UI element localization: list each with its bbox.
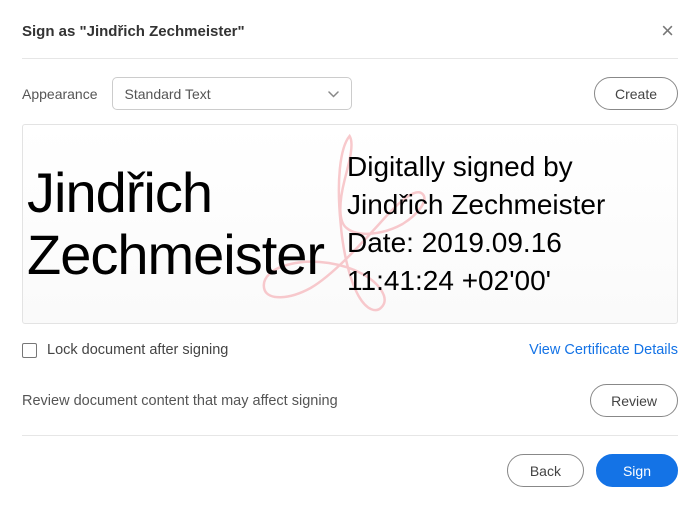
signature-preview: Jindřich Zechmeister Digitally signed by… <box>22 124 678 324</box>
appearance-label: Appearance <box>22 86 98 102</box>
signature-detail-line2: Jindřich Zechmeister <box>347 186 667 224</box>
signature-name: Jindřich Zechmeister <box>23 162 347 285</box>
appearance-row: Appearance Standard Text Create <box>22 59 678 124</box>
sign-button[interactable]: Sign <box>596 454 678 487</box>
sign-dialog: Sign as "Jindřich Zechmeister" × Appeara… <box>0 0 700 507</box>
dialog-header: Sign as "Jindřich Zechmeister" × <box>22 20 678 59</box>
signature-details: Digitally signed by Jindřich Zechmeister… <box>347 148 677 299</box>
review-button[interactable]: Review <box>590 384 678 417</box>
signature-name-line1: Jindřich <box>27 162 347 224</box>
back-button[interactable]: Back <box>507 454 584 487</box>
signature-detail-line3: Date: 2019.09.16 <box>347 224 667 262</box>
appearance-left: Appearance Standard Text <box>22 77 352 110</box>
dialog-footer: Back Sign <box>22 436 678 487</box>
create-button[interactable]: Create <box>594 77 678 110</box>
dialog-title: Sign as "Jindřich Zechmeister" <box>22 23 245 40</box>
signature-detail-line4: 11:41:24 +02'00' <box>347 262 667 300</box>
chevron-down-icon <box>328 87 339 101</box>
appearance-selected: Standard Text <box>125 86 211 102</box>
lock-checkbox[interactable] <box>22 343 37 358</box>
close-icon[interactable]: × <box>657 20 678 42</box>
signature-detail-line1: Digitally signed by <box>347 148 667 186</box>
review-row: Review document content that may affect … <box>22 368 678 436</box>
appearance-dropdown[interactable]: Standard Text <box>112 77 352 110</box>
lock-row: Lock document after signing View Certifi… <box>22 324 678 368</box>
review-text: Review document content that may affect … <box>22 393 338 409</box>
lock-label: Lock document after signing <box>47 342 228 358</box>
view-certificate-link[interactable]: View Certificate Details <box>529 342 678 358</box>
signature-name-line2: Zechmeister <box>27 224 347 286</box>
lock-checkbox-wrap[interactable]: Lock document after signing <box>22 342 228 358</box>
